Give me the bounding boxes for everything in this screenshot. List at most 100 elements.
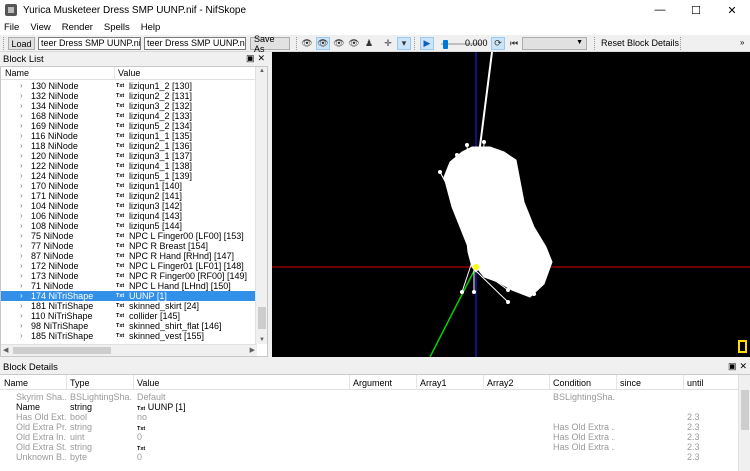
block-list-vscroll[interactable]: ▲ ▼	[255, 67, 267, 344]
column-name[interactable]: Name	[5, 68, 29, 78]
animation-select[interactable]: ▼	[522, 37, 587, 50]
block-list-row[interactable]: › 75 NiNode Txt NPC L Finger00 [LF00] [153]	[1, 231, 257, 241]
chevron-right-icon[interactable]: ›	[20, 291, 23, 301]
chevron-right-icon[interactable]: ›	[20, 271, 23, 281]
block-details-row[interactable]: Old Extra Pr...stringTxtHas Old Extra ..…	[0, 422, 738, 432]
block-list-row[interactable]: › 118 NiNode Txt liziqun2_1 [136]	[1, 141, 257, 151]
column-type[interactable]: Type	[70, 378, 90, 388]
chevron-right-icon[interactable]: ›	[20, 151, 23, 161]
block-list-row[interactable]: › 173 NiNode Txt NPC R Finger00 [RF00] [149…	[1, 271, 257, 281]
chevron-right-icon[interactable]: ›	[20, 181, 23, 191]
block-details-row[interactable]: Name string Txt UUNP [1]	[0, 402, 738, 412]
chevron-right-icon[interactable]: ›	[20, 81, 23, 91]
block-list-row[interactable]: › 169 NiNode Txt liziqun5_2 [134]	[1, 121, 257, 131]
chevron-right-icon[interactable]: ›	[20, 111, 23, 121]
column-array1[interactable]: Array1	[420, 378, 447, 388]
scroll-right-icon[interactable]: ▶	[250, 346, 255, 354]
menu-help[interactable]: Help	[141, 22, 161, 33]
block-list-row[interactable]: › 122 NiNode Txt liziqun4_1 [138]	[1, 161, 257, 171]
block-list-row[interactable]: › 170 NiNode Txt liziqun1 [140]	[1, 181, 257, 191]
block-list-row[interactable]: › 106 NiNode Txt liziqun4 [143]	[1, 211, 257, 221]
close-button[interactable]: ✕	[714, 0, 750, 20]
load-path-field[interactable]: teer Dress SMP UUNP.nif	[38, 37, 141, 50]
chevron-right-icon[interactable]: ›	[20, 211, 23, 221]
chevron-right-icon[interactable]: ›	[20, 171, 23, 181]
toolbar-overflow-icon[interactable]: »	[740, 38, 744, 47]
block-list-row[interactable]: › 172 NiNode Txt NPC L Finger01 [LF01] [148…	[1, 261, 257, 271]
menu-view[interactable]: View	[30, 22, 50, 33]
block-details-row[interactable]: Old Extra St...stringTxtHas Old Extra ..…	[0, 442, 738, 452]
block-list-row[interactable]: › 174 NiTriShape Txt UUNP [1]	[1, 291, 257, 301]
column-value[interactable]: Value	[118, 68, 140, 78]
chevron-right-icon[interactable]: ›	[20, 131, 23, 141]
switch-icon[interactable]: ⏮	[507, 37, 521, 50]
detail-value[interactable]: 0	[137, 452, 347, 462]
column-value[interactable]: Value	[137, 378, 159, 388]
block-list-row[interactable]: › 110 NiTriShape Txt collider [145]	[1, 311, 257, 321]
load-button[interactable]: Load	[8, 37, 35, 50]
toolbar-grip[interactable]	[3, 37, 5, 50]
block-list-row[interactable]: › 171 NiNode Txt liziqun2 [141]	[1, 191, 257, 201]
figure-icon[interactable]: ♟	[362, 37, 376, 50]
column-name[interactable]: Name	[4, 378, 28, 388]
scroll-thumb[interactable]	[258, 307, 266, 329]
chevron-right-icon[interactable]: ›	[20, 241, 23, 251]
time-slider-handle[interactable]	[443, 40, 448, 49]
block-details-row[interactable]: Skyrim Sha... BSLightingSha... Default BSLi…	[0, 392, 738, 402]
chevron-right-icon[interactable]: ›	[20, 261, 23, 271]
block-list-row[interactable]: › 168 NiNode Txt liziqun4_2 [133]	[1, 111, 257, 121]
chevron-right-icon[interactable]: ›	[20, 321, 23, 331]
menu-render[interactable]: Render	[62, 22, 93, 33]
close-icon[interactable]: ✕	[739, 361, 747, 372]
axes-icon[interactable]: ✛	[381, 37, 395, 50]
chevron-right-icon[interactable]: ›	[20, 251, 23, 261]
detail-value[interactable]: no	[137, 412, 347, 422]
chevron-right-icon[interactable]: ›	[20, 301, 23, 311]
menu-spells[interactable]: Spells	[104, 22, 130, 33]
view-icon[interactable]: ▾	[397, 37, 411, 50]
chevron-right-icon[interactable]: ›	[20, 161, 23, 171]
block-list-row[interactable]: › 104 NiNode Txt liziqun3 [142]	[1, 201, 257, 211]
column-array2[interactable]: Array2	[487, 378, 514, 388]
chevron-right-icon[interactable]: ›	[20, 201, 23, 211]
block-list-row[interactable]: › 98 NiTriShape Txt skinned_shirt_flat [146…	[1, 321, 257, 331]
chevron-right-icon[interactable]: ›	[20, 311, 23, 321]
chevron-right-icon[interactable]: ›	[20, 221, 23, 231]
chevron-right-icon[interactable]: ›	[20, 121, 23, 131]
eye-icon[interactable]: 👁	[347, 37, 361, 50]
block-list-row[interactable]: › 181 NiTriShape Txt skinned_skirt [24]	[1, 301, 257, 311]
block-list-row[interactable]: › 134 NiNode Txt liziqun3_2 [132]	[1, 101, 257, 111]
column-since[interactable]: since	[620, 378, 641, 388]
block-list-row[interactable]: › 132 NiNode Txt liziqun2_2 [131]	[1, 91, 257, 101]
render-viewport[interactable]	[272, 52, 750, 357]
save-path-field[interactable]: teer Dress SMP UUNP.nif	[144, 37, 246, 50]
chevron-right-icon[interactable]: ›	[20, 91, 23, 101]
minimize-button[interactable]: —	[642, 0, 678, 20]
chevron-right-icon[interactable]: ›	[20, 331, 23, 341]
float-icon[interactable]: ▣	[728, 361, 737, 372]
menu-file[interactable]: File	[4, 22, 19, 33]
block-list-hscroll[interactable]: ◀ ▶	[1, 344, 257, 356]
chevron-right-icon[interactable]: ›	[20, 191, 23, 201]
scroll-down-icon[interactable]: ▼	[259, 337, 265, 343]
toolbar-grip[interactable]	[680, 37, 682, 50]
column-argument[interactable]: Argument	[353, 378, 392, 388]
block-details-row[interactable]: Unknown B... byte 0 2.3	[0, 452, 738, 462]
chevron-right-icon[interactable]: ›	[20, 141, 23, 151]
scroll-left-icon[interactable]: ◀	[3, 346, 8, 354]
block-list-row[interactable]: › 87 NiNode Txt NPC R Hand [RHnd] [147]	[1, 251, 257, 261]
block-details-vscroll[interactable]	[738, 375, 750, 471]
close-icon[interactable]: ✕	[257, 53, 265, 64]
float-icon[interactable]: ▣	[246, 53, 255, 64]
column-condition[interactable]: Condition	[553, 378, 591, 388]
block-list-row[interactable]: › 130 NiNode Txt liziqun1_2 [130]	[1, 81, 257, 91]
eye-icon[interactable]: 👁	[332, 37, 346, 50]
detail-value[interactable]: Default	[137, 392, 347, 402]
scroll-thumb[interactable]	[13, 347, 111, 354]
block-list-row[interactable]: › 77 NiNode Txt NPC R Breast [154]	[1, 241, 257, 251]
play-icon[interactable]: ▶	[420, 37, 434, 50]
chevron-right-icon[interactable]: ›	[20, 231, 23, 241]
toolbar-grip[interactable]	[594, 37, 596, 50]
block-list-row[interactable]: › 120 NiNode Txt liziqun3_1 [137]	[1, 151, 257, 161]
reset-block-details-button[interactable]: Reset Block Details	[601, 38, 679, 48]
